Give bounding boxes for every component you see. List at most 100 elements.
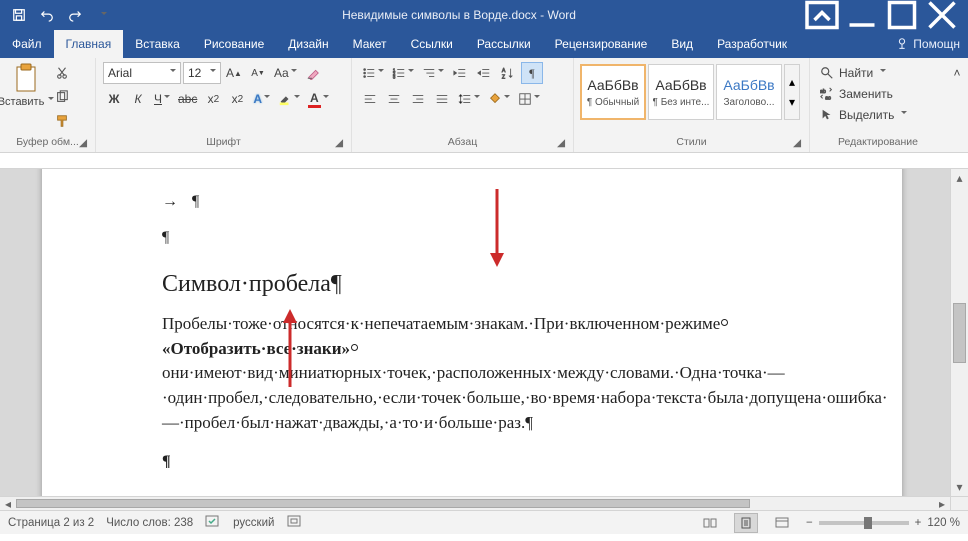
ruler[interactable] bbox=[0, 153, 968, 169]
status-page[interactable]: Страница 2 из 2 bbox=[8, 517, 94, 529]
scroll-left-button[interactable]: ◂ bbox=[0, 497, 16, 510]
cut-button[interactable] bbox=[51, 62, 73, 84]
tab-file[interactable]: Файл bbox=[0, 30, 54, 58]
align-right-button[interactable] bbox=[407, 88, 429, 110]
zoom-out-button[interactable]: − bbox=[806, 517, 813, 529]
status-language[interactable]: русский bbox=[233, 517, 274, 529]
tab-mailings[interactable]: Рассылки bbox=[465, 30, 543, 58]
superscript-button[interactable]: x2 bbox=[226, 88, 248, 110]
justify-button[interactable] bbox=[431, 88, 453, 110]
ribbon-options-button[interactable] bbox=[802, 0, 842, 30]
title-bar: Невидимые символы в Ворде.docx - Word bbox=[0, 0, 968, 30]
tab-draw[interactable]: Рисование bbox=[192, 30, 276, 58]
view-read-button[interactable] bbox=[698, 513, 722, 533]
shrink-font-button[interactable]: A▼ bbox=[247, 62, 269, 84]
svg-text:ac: ac bbox=[825, 95, 831, 101]
tab-review[interactable]: Рецензирование bbox=[543, 30, 660, 58]
line-spacing-button[interactable] bbox=[455, 88, 483, 110]
group-clipboard: Вставить Буфер обм...◢ bbox=[0, 58, 96, 152]
zoom-in-button[interactable]: + bbox=[915, 517, 922, 529]
subscript-button[interactable]: x2 bbox=[202, 88, 224, 110]
status-macro-icon[interactable] bbox=[286, 514, 302, 531]
undo-button[interactable] bbox=[34, 3, 60, 27]
find-button[interactable]: Найти bbox=[820, 64, 907, 82]
styles-more-button[interactable]: ▴▾ bbox=[784, 64, 800, 120]
close-button[interactable] bbox=[922, 0, 962, 30]
dialog-launcher-icon[interactable]: ◢ bbox=[791, 137, 803, 149]
scroll-corner bbox=[950, 496, 968, 510]
qat-customize[interactable] bbox=[90, 3, 116, 27]
scroll-up-button[interactable]: ▴ bbox=[951, 169, 968, 187]
save-button[interactable] bbox=[6, 3, 32, 27]
doc-paragraph: Пробелы·тоже·относятся·к·непечатаемым·зн… bbox=[162, 312, 854, 435]
italic-button[interactable]: К bbox=[127, 88, 149, 110]
view-web-button[interactable] bbox=[770, 513, 794, 533]
format-painter-button[interactable] bbox=[51, 110, 73, 132]
scroll-down-button[interactable]: ▾ bbox=[951, 478, 968, 496]
grow-font-button[interactable]: A▲ bbox=[223, 62, 245, 84]
numbering-button[interactable]: 123 bbox=[389, 62, 417, 84]
minimize-button[interactable] bbox=[842, 0, 882, 30]
font-color-button[interactable]: A bbox=[305, 88, 332, 110]
paste-button[interactable]: Вставить bbox=[4, 60, 48, 108]
tab-pilcrow-line: ¶ bbox=[162, 193, 854, 211]
tab-references[interactable]: Ссылки bbox=[399, 30, 465, 58]
select-button[interactable]: Выделить bbox=[820, 106, 907, 124]
bullets-button[interactable] bbox=[359, 62, 387, 84]
text-effects-button[interactable]: A bbox=[250, 88, 273, 110]
scroll-right-button[interactable]: ▸ bbox=[934, 497, 950, 510]
replace-button[interactable]: abacЗаменить bbox=[820, 85, 907, 103]
svg-text:3: 3 bbox=[393, 74, 396, 79]
shading-button[interactable] bbox=[485, 88, 513, 110]
dialog-launcher-icon[interactable]: ◢ bbox=[333, 137, 345, 149]
zoom-level[interactable]: 120 % bbox=[927, 517, 960, 529]
maximize-button[interactable] bbox=[882, 0, 922, 30]
decrease-indent-button[interactable] bbox=[449, 62, 471, 84]
tab-design[interactable]: Дизайн bbox=[276, 30, 340, 58]
align-center-button[interactable] bbox=[383, 88, 405, 110]
style-no-spacing[interactable]: АаБбВв¶ Без инте... bbox=[648, 64, 714, 120]
document-viewport[interactable]: ¶ ¶ Символ·пробела¶ Пробелы·тоже·относят… bbox=[0, 169, 950, 496]
tab-view[interactable]: Вид bbox=[659, 30, 705, 58]
clipboard-icon bbox=[10, 62, 42, 94]
tab-developer[interactable]: Разработчик bbox=[705, 30, 799, 58]
clear-format-button[interactable] bbox=[302, 62, 324, 84]
copy-button[interactable] bbox=[51, 86, 73, 108]
window-controls bbox=[802, 0, 962, 30]
horizontal-scrollbar[interactable]: ◂ ▸ bbox=[0, 496, 950, 510]
change-case-button[interactable]: Aa bbox=[271, 62, 300, 84]
redo-button[interactable] bbox=[62, 3, 88, 27]
status-words[interactable]: Число слов: 238 bbox=[106, 517, 193, 529]
show-marks-button[interactable]: ¶ bbox=[521, 62, 543, 84]
increase-indent-button[interactable] bbox=[473, 62, 495, 84]
align-left-button[interactable] bbox=[359, 88, 381, 110]
tab-layout[interactable]: Макет bbox=[341, 30, 399, 58]
zoom-slider[interactable] bbox=[819, 521, 909, 525]
tab-home[interactable]: Главная bbox=[54, 30, 124, 58]
font-name-combo[interactable]: Arial bbox=[103, 62, 181, 84]
style-normal[interactable]: АаБбВв¶ Обычный bbox=[580, 64, 646, 120]
status-proofing-icon[interactable] bbox=[205, 514, 221, 531]
borders-button[interactable] bbox=[515, 88, 543, 110]
group-paragraph: 123 AZ ¶ Абзац◢ bbox=[352, 58, 574, 152]
dialog-launcher-icon[interactable]: ◢ bbox=[77, 137, 89, 149]
tab-insert[interactable]: Вставка bbox=[123, 30, 192, 58]
vertical-scrollbar[interactable]: ▴ ▾ bbox=[950, 169, 968, 496]
group-label-styles: Стили◢ bbox=[578, 136, 805, 152]
bold-button[interactable]: Ж bbox=[103, 88, 125, 110]
strike-button[interactable]: abc bbox=[175, 88, 200, 110]
underline-button[interactable]: Ч bbox=[151, 88, 173, 110]
style-heading[interactable]: АаБбВвЗаголово... bbox=[716, 64, 782, 120]
scroll-thumb[interactable] bbox=[953, 303, 966, 363]
collapse-ribbon-button[interactable]: ˄ bbox=[946, 62, 968, 84]
scroll-thumb[interactable] bbox=[16, 499, 750, 508]
page[interactable]: ¶ ¶ Символ·пробела¶ Пробелы·тоже·относят… bbox=[42, 169, 902, 496]
group-label-clipboard: Буфер обм...◢ bbox=[4, 136, 91, 152]
dialog-launcher-icon[interactable]: ◢ bbox=[555, 137, 567, 149]
view-print-button[interactable] bbox=[734, 513, 758, 533]
multilevel-button[interactable] bbox=[419, 62, 447, 84]
font-size-combo[interactable]: 12 bbox=[183, 62, 221, 84]
highlight-button[interactable] bbox=[275, 88, 303, 110]
sort-button[interactable]: AZ bbox=[497, 62, 519, 84]
tell-me[interactable]: Помощн bbox=[887, 30, 968, 58]
